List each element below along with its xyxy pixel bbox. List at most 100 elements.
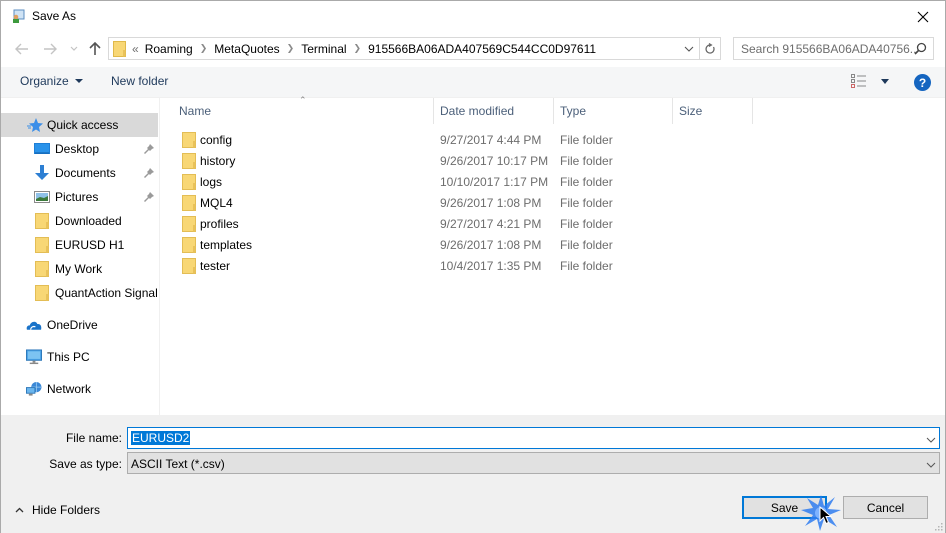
chevron-down-icon: [684, 46, 694, 52]
file-name: config: [200, 133, 233, 147]
arrow-left-icon: [15, 43, 28, 55]
file-name-dropdown[interactable]: [926, 432, 936, 446]
search-input[interactable]: [741, 41, 917, 56]
column-header-label: Name: [179, 104, 212, 118]
save-button[interactable]: Save: [742, 496, 827, 519]
save-options-panel: File name: EURUSD2 Save as type: ASCII T…: [1, 415, 945, 533]
column-header-name[interactable]: Name: [173, 98, 433, 124]
file-row[interactable]: tester 10/4/2017 1:35 PM File folder: [177, 255, 757, 276]
sidebar-item-quantaction-signal[interactable]: QuantAction Signal: [1, 281, 158, 305]
column-divider[interactable]: [752, 98, 753, 124]
file-name-label: File name:: [65, 431, 122, 445]
breadcrumb-separator-icon[interactable]: ❯: [354, 43, 362, 54]
breadcrumb-item-metaquotes[interactable]: MetaQuotes: [214, 42, 279, 56]
file-row[interactable]: profiles 9/27/2017 4:21 PM File folder: [177, 213, 757, 234]
up-button[interactable]: [86, 39, 104, 59]
sidebar-item-eurusd-h1[interactable]: EURUSD H1: [1, 233, 158, 257]
caret-down-icon: [74, 79, 83, 83]
address-bar[interactable]: « Roaming ❯ MetaQuotes ❯ Terminal ❯ 9155…: [108, 37, 700, 60]
folder-icon: [182, 258, 196, 274]
folder-icon: [182, 195, 196, 211]
folder-icon: [182, 132, 196, 148]
forward-button[interactable]: [41, 39, 59, 59]
new-folder-button[interactable]: New folder: [111, 74, 168, 88]
sidebar-item-label: Pictures: [55, 190, 99, 204]
folder-icon: [182, 153, 196, 169]
sidebar-item-label: OneDrive: [47, 318, 98, 332]
cancel-button[interactable]: Cancel: [843, 496, 928, 519]
organize-button[interactable]: Organize: [20, 74, 83, 88]
sidebar-item-label: This PC: [47, 350, 90, 364]
file-row[interactable]: config 9/27/2017 4:44 PM File folder: [177, 129, 757, 150]
address-history-dropdown[interactable]: [682, 42, 696, 56]
sidebar-item-my-work[interactable]: My Work: [1, 257, 158, 281]
pin-icon[interactable]: [144, 143, 154, 157]
back-button[interactable]: [13, 39, 31, 59]
file-date: 9/27/2017 4:21 PM: [440, 217, 542, 231]
file-name: profiles: [200, 217, 239, 231]
column-header-size[interactable]: Size: [673, 98, 752, 124]
file-name: MQL4: [200, 196, 233, 210]
file-date: 10/4/2017 1:35 PM: [440, 259, 542, 273]
cloud-icon: [26, 317, 42, 333]
sidebar-item-pictures[interactable]: Pictures: [1, 185, 158, 209]
folder-icon: [182, 216, 196, 232]
sidebar-item-this-pc[interactable]: This PC: [1, 345, 158, 369]
file-date: 9/26/2017 10:17 PM: [440, 154, 549, 168]
column-header-date-modified[interactable]: Date modified: [434, 98, 553, 124]
file-row[interactable]: history 9/26/2017 10:17 PM File folder: [177, 150, 757, 171]
sidebar-item-quick-access[interactable]: Quick access: [1, 113, 158, 137]
refresh-button[interactable]: [700, 37, 721, 60]
sidebar-item-downloaded[interactable]: Downloaded: [1, 209, 158, 233]
breadcrumb-item-terminal[interactable]: Terminal: [301, 42, 346, 56]
file-row[interactable]: MQL4 9/26/2017 1:08 PM File folder: [177, 192, 757, 213]
file-date: 9/26/2017 1:08 PM: [440, 238, 542, 252]
resize-grip-icon[interactable]: [933, 521, 943, 531]
help-icon: ?: [918, 75, 927, 90]
file-row[interactable]: logs 10/10/2017 1:17 PM File folder: [177, 171, 757, 192]
breadcrumb-overflow[interactable]: «: [132, 42, 139, 56]
sidebar-item-label: QuantAction Signal: [55, 286, 158, 300]
breadcrumb-item-current-folder[interactable]: 915566BA06ADA407569C544CC0D97611: [368, 42, 596, 56]
change-view-button[interactable]: [851, 74, 889, 88]
file-type: File folder: [560, 259, 613, 273]
cancel-label: Cancel: [866, 500, 905, 515]
sidebar-item-desktop[interactable]: Desktop: [1, 137, 158, 161]
breadcrumb: « Roaming ❯ MetaQuotes ❯ Terminal ❯ 9155…: [132, 42, 596, 56]
sidebar-item-label: Desktop: [55, 142, 100, 156]
file-name: history: [200, 154, 236, 168]
details-view-icon: [851, 74, 866, 88]
breadcrumb-separator-icon[interactable]: ❯: [200, 43, 208, 54]
sidebar-item-onedrive[interactable]: OneDrive: [1, 313, 158, 337]
pin-icon[interactable]: [144, 191, 154, 205]
sidebar-item-label: Documents: [55, 166, 116, 180]
pictures-icon: [34, 189, 50, 205]
column-header-type[interactable]: Type: [554, 98, 672, 124]
navigation-bar: « Roaming ❯ MetaQuotes ❯ Terminal ❯ 9155…: [1, 32, 945, 67]
sidebar-item-documents[interactable]: Documents: [1, 161, 158, 185]
sidebar-item-label: EURUSD H1: [55, 238, 125, 252]
folder-icon: [182, 237, 196, 253]
breadcrumb-separator-icon[interactable]: ❯: [287, 43, 295, 54]
chevron-down-icon: [926, 457, 936, 471]
breadcrumb-item-roaming[interactable]: Roaming: [145, 42, 193, 56]
save-type-select[interactable]: ASCII Text (*.csv): [127, 452, 940, 474]
file-row[interactable]: templates 9/26/2017 1:08 PM File folder: [177, 234, 757, 255]
hide-folders-button[interactable]: Hide Folders: [15, 503, 100, 517]
recent-locations-button[interactable]: [65, 39, 83, 59]
file-type: File folder: [560, 238, 613, 252]
help-button[interactable]: ?: [914, 74, 931, 91]
sidebar-item-label: Quick access: [47, 118, 119, 132]
column-header-label: Type: [560, 104, 587, 118]
star-icon: [27, 117, 43, 133]
sidebar-item-network[interactable]: Network: [1, 377, 158, 401]
pin-icon[interactable]: [144, 167, 154, 181]
file-date: 9/27/2017 4:44 PM: [440, 133, 542, 147]
app-icon: [11, 9, 25, 23]
file-name: logs: [200, 175, 223, 189]
organize-label: Organize: [20, 74, 69, 88]
file-name-input[interactable]: EURUSD2: [127, 427, 940, 449]
close-button[interactable]: [901, 1, 945, 32]
search-box[interactable]: [733, 37, 934, 60]
file-name: templates: [200, 238, 253, 252]
